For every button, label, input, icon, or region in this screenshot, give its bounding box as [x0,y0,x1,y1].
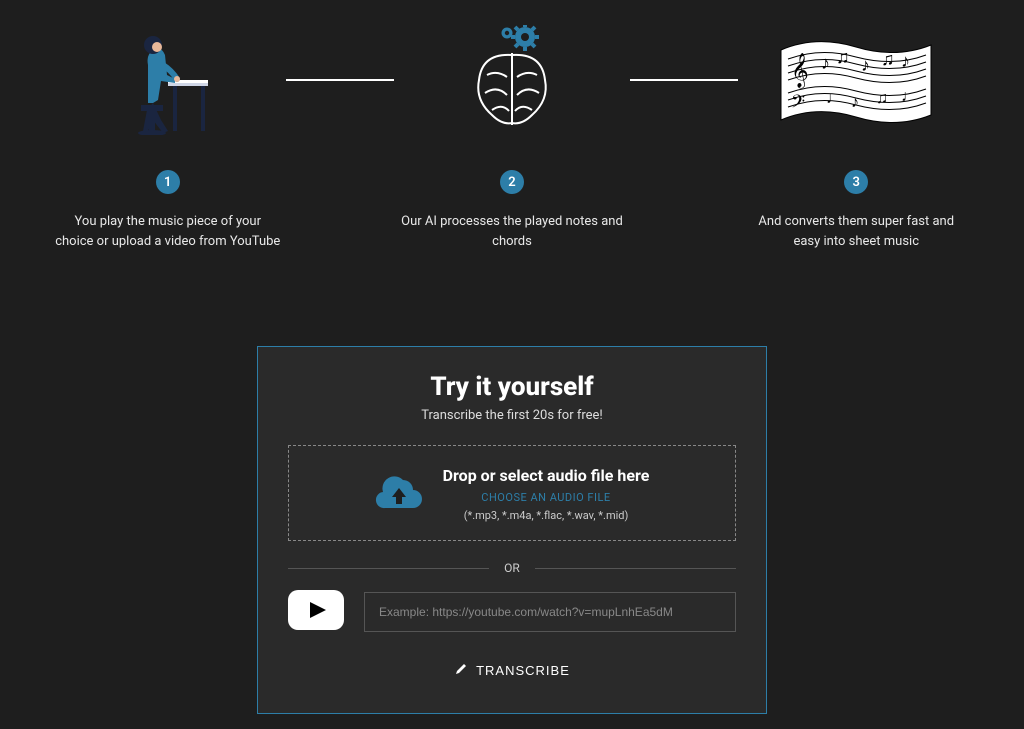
step-badge-1: 1 [156,170,180,194]
step-3: 𝄞 𝄢 ♪ ♫ ♪ ♫ ♪ ♩ ♪ ♫ ♩ 3 And converts the… [738,20,974,251]
svg-text:♪: ♪ [821,53,830,74]
transcribe-button[interactable]: TRANSCRIBE [444,656,580,685]
try-it-panel: Try it yourself Transcribe the first 20s… [257,346,767,714]
svg-text:♪: ♪ [851,92,859,111]
step-badge-3: 3 [844,170,868,194]
ai-brain-illustration [457,20,567,140]
audio-dropzone[interactable]: Drop or select audio file here CHOOSE AN… [288,445,736,541]
youtube-icon [288,590,344,634]
step-text-1: You play the music piece of your choice … [50,212,286,251]
svg-text:♪: ♪ [861,55,870,76]
svg-text:♫: ♫ [836,47,850,68]
svg-text:♫: ♫ [881,49,895,70]
step-2: 2 Our AI processes the played notes and … [394,20,630,251]
or-label: OR [489,561,535,575]
youtube-url-input[interactable] [364,592,736,632]
svg-text:♪: ♪ [901,51,910,72]
or-divider: OR [288,561,736,575]
connector-line [286,20,395,140]
step-text-2: Our AI processes the played notes and ch… [394,212,630,251]
piano-player-illustration [113,20,223,140]
step-text-3: And converts them super fast and easy in… [738,212,974,251]
svg-text:♩: ♩ [901,86,917,105]
step-1: 1 You play the music piece of your choic… [50,20,286,251]
transcribe-label: TRANSCRIBE [476,663,570,678]
svg-text:𝄞: 𝄞 [791,53,809,89]
how-it-works-steps: 1 You play the music piece of your choic… [0,20,1024,251]
drop-heading: Drop or select audio file here [443,466,650,485]
pencil-icon [454,662,468,679]
connector-line [630,20,739,140]
svg-text:♩: ♩ [826,88,842,107]
svg-text:♫: ♫ [876,88,888,107]
try-subtitle: Transcribe the first 20s for free! [288,408,736,423]
try-title: Try it yourself [288,372,736,402]
sheet-music-illustration: 𝄞 𝄢 ♪ ♫ ♪ ♫ ♪ ♩ ♪ ♫ ♩ [776,20,936,140]
cloud-upload-icon [375,472,423,516]
svg-text:𝄢: 𝄢 [791,92,805,117]
supported-formats: (*.mp3, *.m4a, *.flac, *.wav, *.mid) [443,509,650,522]
choose-file-link[interactable]: CHOOSE AN AUDIO FILE [443,491,650,504]
step-badge-2: 2 [500,170,524,194]
